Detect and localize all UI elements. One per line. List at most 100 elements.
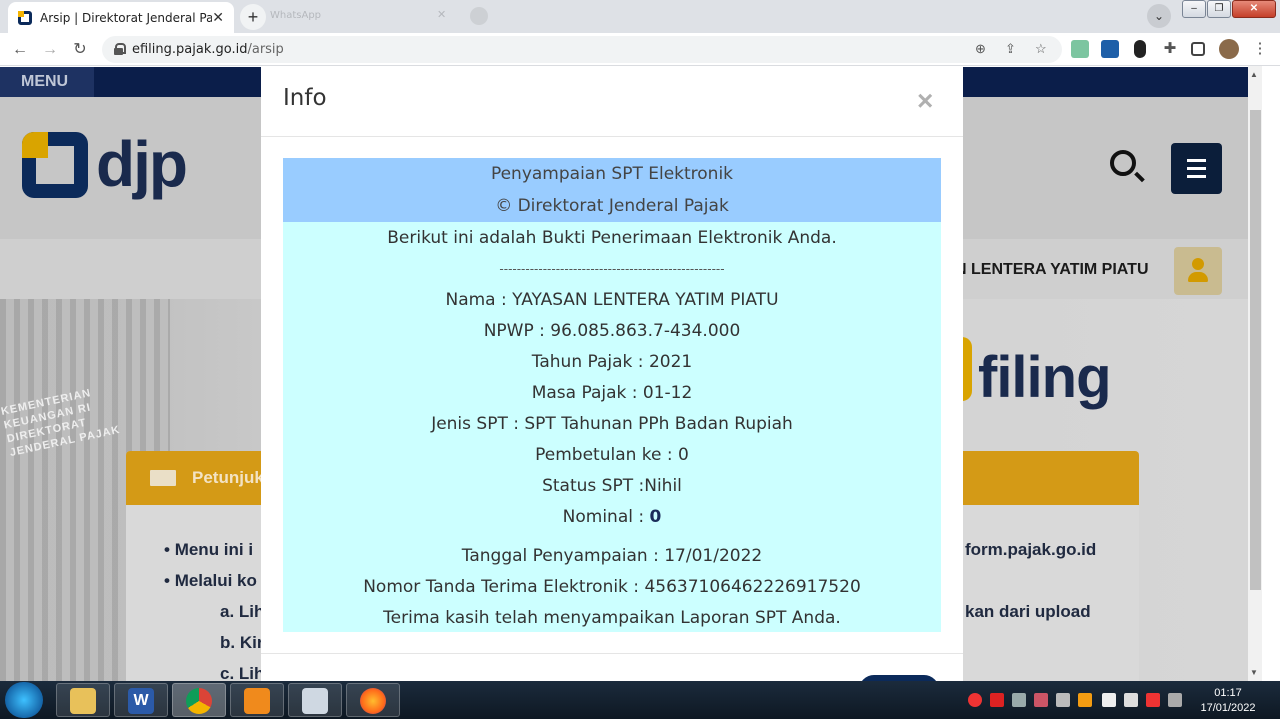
browser-tab-bar: Arsip | Direktorat Jenderal Pajak ✕ + Wh…	[0, 0, 1280, 33]
browser-tab-active[interactable]: Arsip | Direktorat Jenderal Pajak ✕	[8, 2, 234, 33]
djp-logo-text[interactable]: djp	[96, 127, 188, 201]
menu-button[interactable]: MENU	[0, 67, 94, 97]
djp-favicon-icon	[18, 10, 32, 25]
taskbar-word[interactable]: W	[114, 683, 168, 717]
receipt-body: Berikut ini adalah Bukti Penerimaan Elek…	[283, 222, 941, 637]
receipt-pembetulan: Pembetulan ke : 0	[535, 445, 689, 465]
receipt-masa-pajak: Masa Pajak : 01-12	[531, 383, 693, 403]
minimize-button[interactable]: –	[1182, 0, 1206, 18]
card-line-right: kan dari upload	[965, 602, 1091, 621]
close-window-button[interactable]: ✕	[1232, 0, 1276, 18]
clapper-extension-icon[interactable]	[1101, 40, 1119, 58]
search-icon[interactable]	[1110, 150, 1136, 176]
volume-icon[interactable]	[1056, 693, 1070, 707]
taskbar-firefox[interactable]	[346, 683, 400, 717]
hamburger-menu-button[interactable]	[1171, 143, 1222, 194]
card-line: • Melalui ko	[164, 571, 257, 590]
tab-close-icon[interactable]: ✕	[212, 9, 224, 26]
card-line: • Menu ini i	[164, 540, 254, 559]
receipt-nominal: Nominal : 0	[562, 507, 662, 527]
reload-icon[interactable]: ↻	[69, 39, 91, 61]
windows-taskbar: W 01:17 17/01/2022	[0, 681, 1280, 719]
modal-header: Info ×	[261, 67, 963, 137]
receipt-thanks: Terima kasih telah menyampaikan Laporan …	[383, 608, 841, 628]
receipt-tanggal: Tanggal Penyampaian : 17/01/2022	[461, 546, 763, 566]
close-icon[interactable]: ×	[917, 85, 933, 117]
profile-avatar-icon[interactable]	[1219, 39, 1239, 59]
bookmark-star-icon[interactable]: ☆	[1035, 41, 1047, 57]
tab-title: Arsip | Direktorat Jenderal Pajak	[40, 10, 213, 25]
new-tab-button[interactable]: +	[240, 4, 266, 30]
screenshot-app-icon	[244, 688, 270, 714]
receipt-box: Penyampaian SPT Elektronik © Direktorat …	[283, 158, 941, 632]
extension-1-icon[interactable]	[1071, 40, 1089, 58]
word-icon: W	[128, 688, 154, 714]
receipt-nomor: Nomor Tanda Terima Elektronik : 45637106…	[363, 577, 861, 597]
chrome-icon	[186, 688, 212, 714]
clock-time: 01:17	[1214, 687, 1242, 699]
djp-logo-icon[interactable]	[22, 132, 88, 198]
card-title: Petunjuk	[192, 468, 264, 487]
taskbar-explorer[interactable]	[56, 683, 110, 717]
receipt-nama: Nama : YAYASAN LENTERA YATIM PIATU	[445, 290, 779, 310]
lock-icon	[114, 43, 126, 55]
nominal-value: 0	[649, 507, 662, 527]
receipt-status-spt: Status SPT :Nihil	[542, 476, 682, 496]
receipt-header-line: Penyampaian SPT Elektronik	[490, 164, 734, 184]
back-arrow-icon[interactable]: ←	[9, 39, 31, 61]
folder-icon	[70, 688, 96, 714]
signal-icon[interactable]	[1012, 693, 1026, 707]
battery-icon[interactable]	[1124, 693, 1138, 707]
user-name: N LENTERA YATIM PIATU	[955, 261, 1149, 278]
tray-icon[interactable]	[1078, 693, 1092, 707]
ghost-tab-close-icon[interactable]: ✕	[437, 8, 446, 21]
scroll-down-icon[interactable]: ▼	[1250, 668, 1258, 677]
tab-search-dropdown-icon[interactable]: ⌄	[1147, 4, 1171, 28]
receipt-jenis-spt: Jenis SPT : SPT Tahunan PPh Badan Rupiah	[431, 414, 793, 434]
start-button-icon[interactable]	[5, 682, 43, 718]
ghost-new-tab-icon	[470, 7, 488, 25]
card-line: a. Lih	[220, 602, 265, 621]
window-app-icon	[302, 688, 328, 714]
url-text: efiling.pajak.go.id/arsip	[132, 42, 284, 57]
clock-date: 17/01/2022	[1200, 702, 1256, 714]
address-bar[interactable]: efiling.pajak.go.id/arsip ⊕ ⇪ ☆	[102, 36, 1062, 63]
taskbar-clock[interactable]: 01:17 17/01/2022	[1196, 686, 1260, 716]
receipt-separator: ----------------------------------------…	[499, 262, 725, 276]
ghost-tab-title[interactable]: WhatsApp	[270, 10, 321, 21]
browser-menu-icon[interactable]: ⋮	[1251, 40, 1269, 58]
person-extension-icon[interactable]	[1134, 40, 1146, 58]
share-icon[interactable]: ⇪	[1005, 41, 1016, 57]
modal-footer-divider	[261, 653, 963, 654]
forward-arrow-icon[interactable]: →	[39, 39, 61, 61]
receipt-tahun-pajak: Tahun Pajak : 2021	[531, 352, 693, 372]
taskbar-app-orange[interactable]	[230, 683, 284, 717]
receipt-header: Penyampaian SPT Elektronik © Direktorat …	[283, 158, 941, 222]
tray-icon[interactable]	[1146, 693, 1160, 707]
tray-icon[interactable]	[990, 693, 1004, 707]
scroll-up-icon[interactable]: ▲	[1250, 70, 1258, 79]
browser-toolbar: ← → ↻ efiling.pajak.go.id/arsip ⊕ ⇪ ☆ ✚ …	[0, 33, 1280, 66]
card-line: c. Lih	[220, 664, 265, 681]
book-icon	[150, 470, 176, 486]
tray-icon[interactable]	[968, 693, 982, 707]
efiling-logo-text: filing	[978, 345, 1112, 410]
receipt-intro: Berikut ini adalah Bukti Penerimaan Elek…	[387, 228, 837, 248]
window-controls: – ❐ ✕	[1182, 0, 1277, 18]
taskbar-chrome[interactable]	[172, 683, 226, 717]
zoom-icon[interactable]: ⊕	[975, 41, 986, 57]
info-modal: Info × Penyampaian SPT Elektronik © Dire…	[261, 67, 963, 681]
side-panel-icon[interactable]	[1191, 42, 1205, 56]
restore-button[interactable]: ❐	[1207, 0, 1231, 18]
card-line: b. Kir	[220, 633, 264, 652]
card-line-right[interactable]: form.pajak.go.id	[965, 540, 1096, 560]
flag-icon[interactable]	[1102, 693, 1116, 707]
firefox-icon	[360, 688, 386, 714]
taskbar-app-window[interactable]	[288, 683, 342, 717]
user-avatar-icon[interactable]	[1174, 247, 1222, 295]
scrollbar-thumb[interactable]	[1250, 110, 1261, 590]
puzzle-extensions-icon[interactable]: ✚	[1161, 40, 1179, 58]
dropbox-icon[interactable]	[1168, 693, 1182, 707]
tray-icon[interactable]	[1034, 693, 1048, 707]
receipt-npwp: NPWP : 96.085.863.7-434.000	[483, 321, 741, 341]
